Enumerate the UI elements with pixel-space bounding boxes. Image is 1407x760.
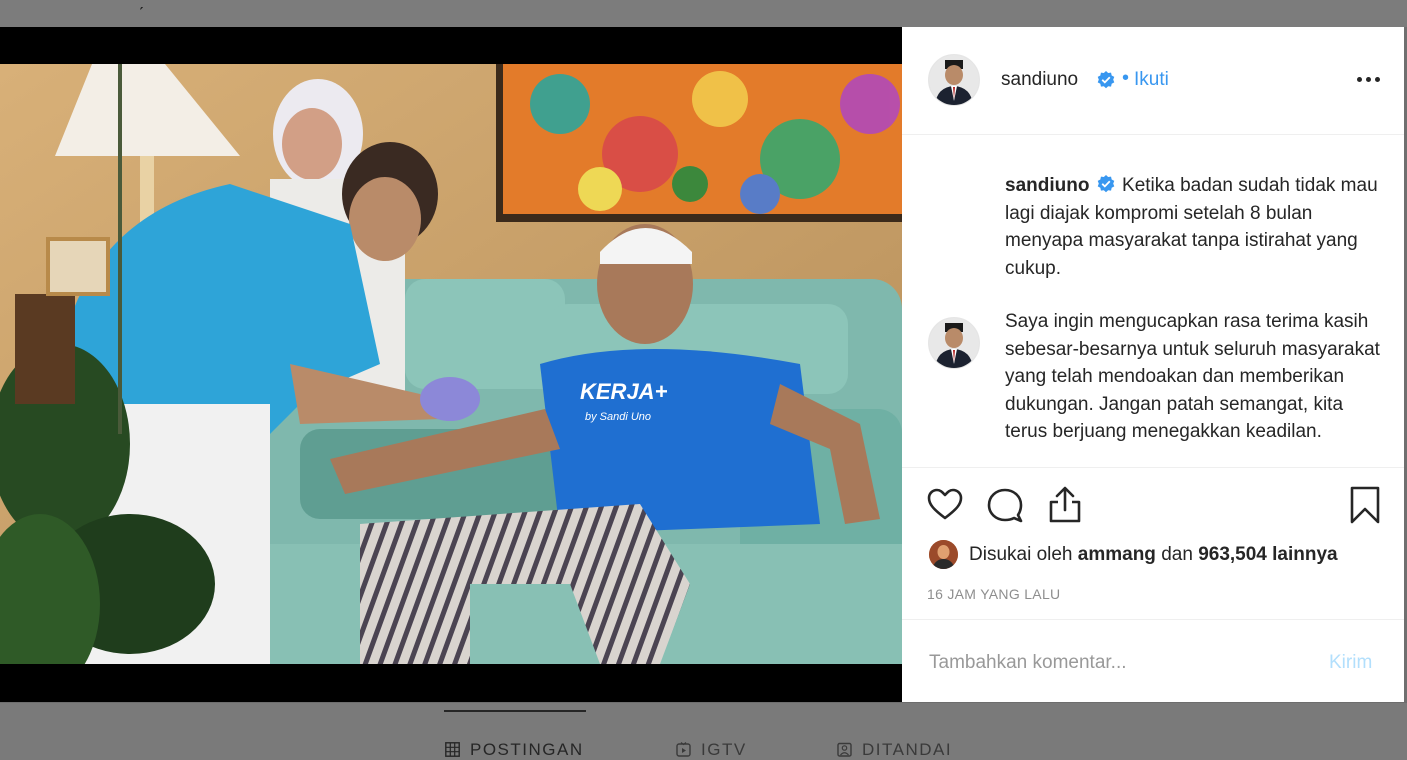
tab-label: DITANDAI	[862, 740, 953, 759]
tab-postingan[interactable]: POSTINGAN	[445, 740, 584, 760]
post-caption: sandiuno Ketika badan sudah tidak mau la…	[1005, 172, 1380, 446]
shirt-logo-text: KERJA+	[580, 379, 668, 404]
likes-count-link[interactable]: 963,504 lainnya	[1198, 544, 1337, 565]
like-heart-icon[interactable]	[925, 485, 965, 525]
verified-badge-icon	[1097, 175, 1115, 193]
tab-ditandai[interactable]: DITANDAI	[837, 740, 952, 760]
comment-input[interactable]	[927, 642, 1311, 684]
comment-composer: Kirim	[902, 619, 1404, 703]
tab-igtv[interactable]: IGTV	[676, 740, 747, 760]
post-comment-button[interactable]: Kirim	[1329, 652, 1372, 674]
tab-label: IGTV	[701, 740, 747, 759]
tabs-divider	[0, 702, 1407, 703]
profile-backdrop-top: ˏ	[0, 0, 1407, 27]
post-detail-panel: sandiuno • Ikuti sandiuno Ketika badan s…	[902, 27, 1404, 702]
author-avatar-image	[929, 55, 979, 105]
comments-section[interactable]: sandiuno Ketika badan sudah tidak mau la…	[902, 134, 1404, 467]
likes-text: Disukai oleh ammang dan 963,504 lainnya	[969, 544, 1338, 566]
author-username[interactable]: sandiuno	[1001, 69, 1078, 91]
post-photo-illustration: KERJA+ by Sandi Uno	[0, 64, 902, 664]
likes-mid: dan	[1161, 544, 1193, 565]
post-photo[interactable]: KERJA+ by Sandi Uno	[0, 64, 902, 664]
post-header: sandiuno • Ikuti	[902, 27, 1404, 135]
caption-paragraph-1: sandiuno Ketika badan sudah tidak mau la…	[1005, 172, 1380, 282]
likes-prefix: Disukai oleh	[969, 544, 1073, 565]
comment-author-avatar[interactable]	[928, 317, 980, 369]
active-tab-indicator	[444, 710, 586, 712]
more-options-icon[interactable]	[1354, 57, 1384, 97]
author-avatar-image	[929, 318, 979, 368]
profile-tabs: POSTINGAN IGTV DITANDAI	[0, 702, 1407, 759]
caption-paragraph-2: Saya ingin mengucapkan rasa terima kasih…	[1005, 311, 1380, 442]
follow-button[interactable]: Ikuti	[1134, 69, 1169, 91]
verified-badge-icon	[1097, 71, 1115, 89]
separator-dot: •	[1122, 67, 1130, 89]
save-bookmark-icon[interactable]	[1345, 485, 1385, 525]
post-timestamp[interactable]: 16 JAM YANG LALU	[927, 586, 1060, 602]
author-avatar[interactable]	[928, 54, 980, 106]
post-media-frame: KERJA+ by Sandi Uno	[0, 27, 902, 702]
shirt-logo-subtext: by Sandi Uno	[585, 411, 651, 423]
caption-username[interactable]: sandiuno	[1005, 175, 1089, 196]
liker-avatar[interactable]	[929, 540, 958, 569]
backdrop-text-fragment: ˏ	[138, 0, 144, 10]
tab-label: POSTINGAN	[470, 740, 584, 759]
liker-avatar-image	[929, 540, 958, 569]
comment-bubble-icon[interactable]	[985, 485, 1025, 525]
likes-user-link[interactable]: ammang	[1078, 544, 1156, 565]
share-upload-icon[interactable]	[1045, 485, 1085, 525]
post-actions: Disukai oleh ammang dan 963,504 lainnya …	[902, 467, 1404, 620]
